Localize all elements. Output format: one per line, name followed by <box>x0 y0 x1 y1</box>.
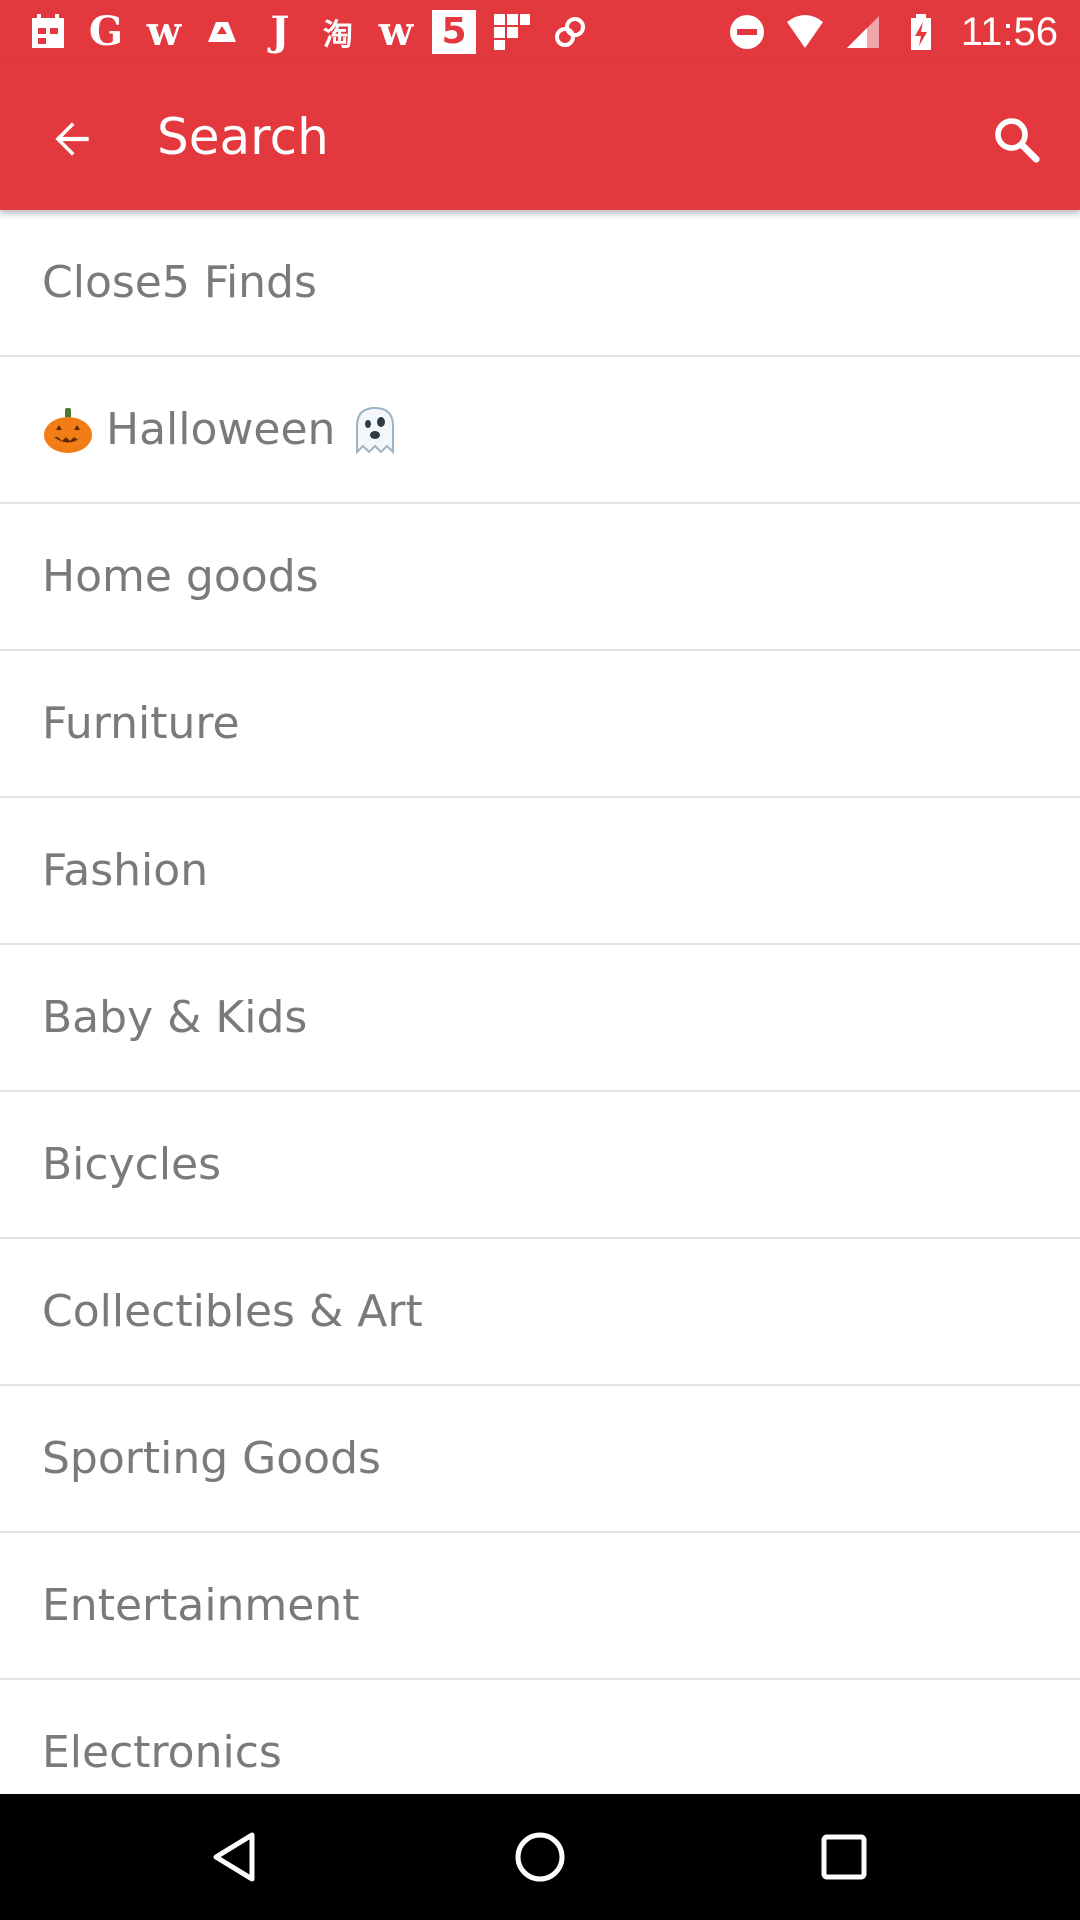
j-app-icon: J <box>270 8 290 55</box>
category-item-electronics[interactable]: Electronics <box>0 1680 1080 1794</box>
category-item-baby-kids[interactable]: Baby & Kids <box>0 945 1080 1092</box>
app-bar <box>0 63 1080 210</box>
cell-signal-icon <box>841 10 885 54</box>
drive-icon <box>200 10 244 54</box>
category-label: Entertainment <box>42 1580 360 1631</box>
clock: 11:56 <box>960 9 1058 54</box>
search-input[interactable] <box>157 101 917 173</box>
nav-back-button[interactable] <box>204 1825 268 1889</box>
category-item-close5-finds[interactable]: Close5 Finds <box>0 210 1080 357</box>
status-bar: G w J 淘 w 5 11:56 <box>0 0 1080 63</box>
category-label: Home goods <box>42 551 319 602</box>
wifi-icon <box>783 10 827 54</box>
nav-recents-button[interactable] <box>812 1825 876 1889</box>
category-label: Baby & Kids <box>42 992 308 1043</box>
category-item-furniture[interactable]: Furniture <box>0 651 1080 798</box>
screen: G w J 淘 w 5 11:56 Search Close5 Finds Ha… <box>0 0 1080 1920</box>
navigation-bar <box>0 1794 1080 1920</box>
category-label: Furniture <box>42 698 240 749</box>
category-item-collectibles-art[interactable]: Collectibles & Art <box>0 1239 1080 1386</box>
battery-charging-icon <box>899 10 943 54</box>
grid-app-icon <box>490 10 534 54</box>
search-icon <box>995 118 1040 163</box>
category-label: Bicycles <box>42 1139 222 1190</box>
arrow-back-icon <box>55 122 89 156</box>
category-label: Close5 Finds <box>42 257 317 308</box>
nav-home-button[interactable] <box>508 1825 572 1889</box>
notification-icons: G w J 淘 w 5 <box>26 8 592 56</box>
category-label: Collectibles & Art <box>42 1286 423 1337</box>
category-item-sporting-goods[interactable]: Sporting Goods <box>0 1386 1080 1533</box>
category-item-fashion[interactable]: Fashion <box>0 798 1080 945</box>
google-icon: G <box>88 8 124 55</box>
w-app-icon: w <box>146 8 182 55</box>
category-item-halloween[interactable]: Halloween <box>0 357 1080 504</box>
search-button[interactable] <box>982 105 1050 173</box>
category-item-bicycles[interactable]: Bicycles <box>0 1092 1080 1239</box>
taobao-icon: 淘 <box>323 18 353 53</box>
link-icon <box>548 10 592 54</box>
category-label: Electronics <box>42 1727 282 1778</box>
category-item-entertainment[interactable]: Entertainment <box>0 1533 1080 1680</box>
category-label: Halloween <box>106 404 336 455</box>
back-triangle-icon <box>213 1832 255 1882</box>
category-label: Fashion <box>42 845 209 896</box>
recents-square-icon <box>821 1834 867 1880</box>
system-icons: 11:56 <box>725 8 1058 56</box>
category-item-home-goods[interactable]: Home goods <box>0 504 1080 651</box>
do-not-disturb-icon <box>725 10 769 54</box>
home-circle-icon <box>515 1832 565 1882</box>
w-app-icon-2: w <box>378 8 414 55</box>
five-app-icon: 5 <box>432 10 476 54</box>
ghost-icon <box>356 406 395 454</box>
pumpkin-icon <box>44 407 92 453</box>
back-button[interactable] <box>40 107 104 171</box>
category-list: Close5 Finds Halloween Home goods Furnit… <box>0 210 1080 1794</box>
calendar-icon <box>26 10 70 54</box>
category-label: Sporting Goods <box>42 1433 381 1484</box>
